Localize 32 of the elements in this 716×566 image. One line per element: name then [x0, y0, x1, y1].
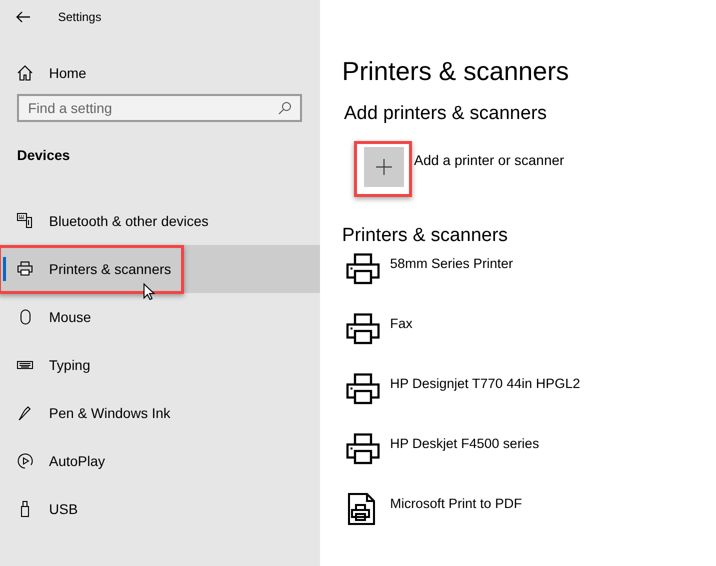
printer-icon — [346, 253, 380, 285]
printer-name[interactable]: Fax — [390, 316, 413, 331]
section-heading: Add printers & scanners — [344, 103, 548, 125]
search-field[interactable]: Find a setting — [17, 94, 302, 122]
printer-name[interactable]: 58mm Series Printer — [390, 256, 514, 271]
nav-item[interactable]: AutoPlay — [0, 437, 320, 485]
play-icon — [16, 452, 34, 470]
devices-icon — [16, 212, 34, 230]
nav-item[interactable]: Typing — [0, 341, 320, 389]
section-heading: Devices — [17, 147, 71, 163]
nav-item[interactable]: Mouse — [0, 293, 320, 341]
printer-icon — [16, 260, 34, 278]
nav-item[interactable]: USB — [0, 485, 320, 533]
printer-icon — [346, 373, 380, 405]
nav-item[interactable]: Bluetooth & other devices — [0, 197, 320, 245]
home-icon[interactable] — [17, 65, 33, 81]
add-printer-label[interactable]: Add a printer or scanner — [414, 152, 564, 168]
nav-item[interactable]: Pen & Windows Ink — [0, 389, 320, 437]
printer-name[interactable]: Microsoft Print to PDF — [390, 496, 522, 511]
section-heading: Printers & scanners — [342, 225, 509, 247]
page-title: Printers & scanners — [342, 56, 570, 87]
window-title: Settings — [58, 10, 102, 24]
back-arrow-icon[interactable] — [16, 11, 30, 23]
mouse-pointer-icon — [143, 283, 155, 301]
printer-icon — [346, 433, 380, 465]
printer-icon — [346, 313, 380, 345]
selection-indicator — [3, 257, 6, 281]
printer-name[interactable]: HP Designjet T770 44in HPGL2 — [390, 376, 580, 391]
plus-icon — [376, 159, 392, 175]
printer-name[interactable]: HP Deskjet F4500 series — [390, 436, 540, 451]
home-link[interactable]: Home — [49, 65, 86, 81]
search-icon — [278, 101, 292, 115]
